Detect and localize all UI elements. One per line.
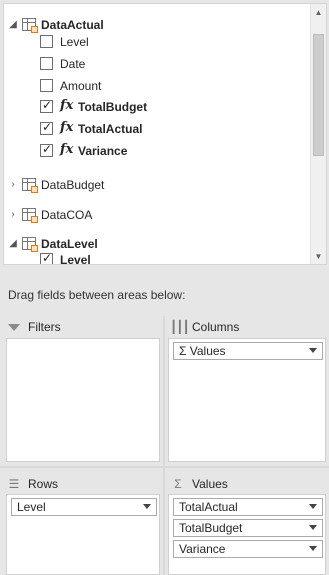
sigma-icon: Σ	[174, 477, 182, 491]
calculated-field-icon: fx	[60, 98, 74, 113]
chevron-down-icon[interactable]	[309, 525, 317, 530]
collapse-icon[interactable]: ◢	[7, 14, 19, 34]
table-name-dataactual[interactable]: DataActual	[41, 18, 104, 32]
values-area-label: Values	[192, 477, 228, 491]
table-icon	[22, 208, 38, 223]
field-checkbox-date[interactable]	[40, 57, 53, 70]
field-checkbox-level[interactable]	[40, 35, 53, 48]
field-label-level[interactable]: Level	[60, 253, 91, 264]
collapse-icon[interactable]: ◢	[7, 233, 19, 253]
calculated-field-icon: fx	[60, 120, 74, 135]
columns-drop-area[interactable]: Σ Values	[168, 338, 326, 462]
scroll-up-icon[interactable]: ▲	[311, 4, 326, 20]
rows-area-label: Rows	[28, 477, 59, 491]
chevron-down-icon[interactable]	[309, 546, 317, 551]
field-label-variance[interactable]: Variance	[78, 144, 127, 158]
field-checkbox-totalactual[interactable]	[40, 120, 53, 135]
calculated-field-icon: fx	[60, 142, 74, 157]
field-checkbox-totalbudget[interactable]	[40, 98, 53, 113]
values-drop-area[interactable]: TotalActual TotalBudget Variance	[168, 494, 326, 575]
expand-icon[interactable]: ›	[7, 174, 19, 194]
vertical-scrollbar[interactable]: ▲ ▼	[310, 4, 326, 264]
values-field-totalactual[interactable]: TotalActual	[173, 498, 323, 516]
values-field-totalbudget[interactable]: TotalBudget	[173, 519, 323, 537]
columns-area-label: Columns	[192, 320, 240, 334]
rows-icon: ☰	[8, 477, 20, 491]
expand-icon[interactable]: ›	[7, 204, 19, 224]
values-field-label: TotalBudget	[179, 521, 243, 535]
rows-drop-area[interactable]: Level	[6, 494, 160, 575]
chevron-down-icon[interactable]	[143, 504, 151, 509]
table-name-datacoa[interactable]: DataCOA	[41, 208, 92, 222]
field-label-level[interactable]: Level	[60, 35, 89, 49]
field-checkbox-amount[interactable]	[40, 79, 53, 92]
field-checkbox-level[interactable]	[40, 251, 53, 264]
values-field-variance[interactable]: Variance	[173, 540, 323, 558]
pivot-field-list[interactable]: ◢ DataActual Level Date Amount fx TotalB…	[3, 3, 327, 265]
field-label-totalbudget[interactable]: TotalBudget	[78, 100, 147, 114]
field-checkbox-variance[interactable]	[40, 142, 53, 157]
rows-field-label: Level	[17, 500, 46, 514]
table-icon	[22, 237, 38, 252]
field-label-amount[interactable]: Amount	[60, 79, 101, 93]
chevron-down-icon[interactable]	[309, 348, 317, 353]
table-icon	[22, 18, 38, 33]
table-icon	[22, 178, 38, 193]
table-name-databudget[interactable]: DataBudget	[41, 178, 104, 192]
drag-instruction: Drag fields between areas below:	[8, 288, 186, 302]
area-vertical-divider[interactable]	[163, 316, 165, 575]
scroll-down-icon[interactable]: ▼	[311, 248, 326, 264]
filter-icon	[6, 320, 22, 334]
rows-area-header: ☰ Rows	[6, 473, 58, 495]
values-field-label: Variance	[179, 542, 226, 556]
field-label-totalactual[interactable]: TotalActual	[78, 122, 142, 136]
filters-area-label: Filters	[28, 320, 61, 334]
columns-area-header: ┃┃┃ Columns	[170, 316, 239, 338]
columns-icon: ┃┃┃	[170, 320, 190, 334]
rows-field-level[interactable]: Level	[11, 498, 157, 516]
table-name-datalevel[interactable]: DataLevel	[41, 237, 98, 251]
chevron-down-icon[interactable]	[309, 504, 317, 509]
filters-area-header: Filters	[6, 316, 61, 338]
filters-drop-area[interactable]	[6, 338, 160, 462]
field-label-date[interactable]: Date	[60, 57, 85, 71]
values-field-label: TotalActual	[179, 500, 238, 514]
columns-field-label: Σ Values	[179, 344, 226, 358]
values-area-header: Σ Values	[170, 473, 228, 495]
columns-field-values[interactable]: Σ Values	[173, 342, 323, 360]
scrollbar-thumb[interactable]	[313, 34, 324, 156]
